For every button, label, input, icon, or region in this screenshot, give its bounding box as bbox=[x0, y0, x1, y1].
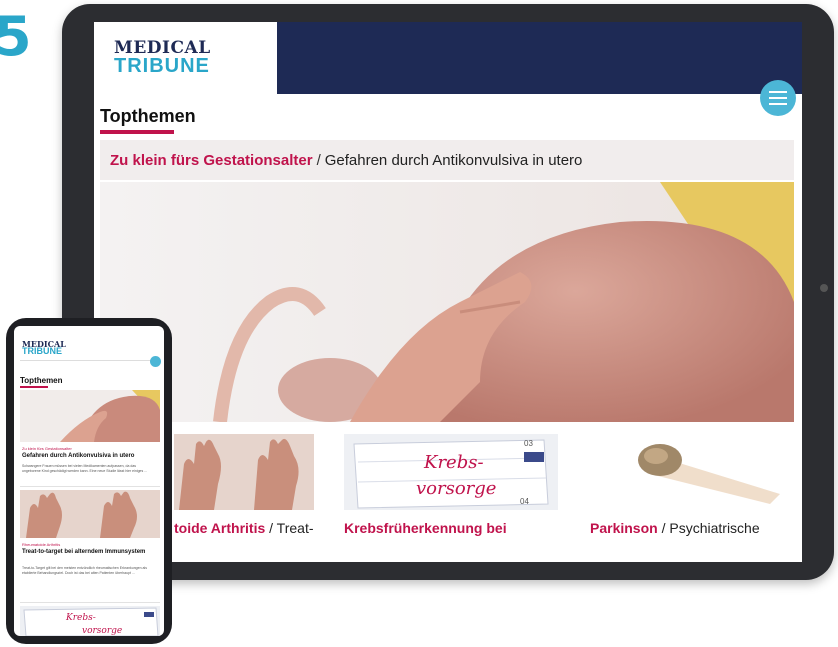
card-separator: / bbox=[265, 520, 274, 536]
card-kicker: toide Arthritis bbox=[174, 520, 266, 536]
calendar-line1: Krebs- bbox=[423, 452, 484, 473]
calendar-date-bottom: 04 bbox=[520, 497, 529, 506]
phone-hamburger-menu-icon[interactable] bbox=[150, 356, 161, 367]
card-image-hands[interactable] bbox=[174, 434, 314, 510]
section-underline bbox=[100, 130, 174, 134]
phone-section-underline bbox=[20, 386, 48, 388]
phone-screen: MEDICAL TRIBUNE Topthemen Zu klein fürs … bbox=[14, 326, 164, 636]
lead-hero-image[interactable] bbox=[100, 182, 794, 422]
phone-article2-kicker: Rheumatoide Arthritis bbox=[22, 542, 61, 547]
phone-article1-kicker: Zu klein fürs Gestationsalter bbox=[22, 446, 72, 451]
card-title-krebs[interactable]: Krebsfrüherkennung bei bbox=[344, 520, 564, 536]
hamburger-menu-icon[interactable] bbox=[760, 80, 796, 116]
tablet-screen: MEDICAL TRIBUNE Topthemen Zu klein fürs … bbox=[94, 22, 802, 562]
logo[interactable]: MEDICAL TRIBUNE bbox=[94, 22, 277, 94]
tablet-camera bbox=[820, 284, 828, 292]
phone-logo-tribune[interactable]: TRIBUNE bbox=[22, 347, 62, 356]
card-rest: Psychiatrische bbox=[665, 520, 760, 536]
phone-calendar-line2: vorsorge bbox=[82, 626, 122, 636]
calendar-line2: vorsorge bbox=[416, 478, 496, 499]
card-kicker: Parkinson bbox=[590, 520, 658, 536]
phone-article2-body: Treat-to-Target gilt bei den meisten ent… bbox=[22, 566, 147, 575]
phone-article1-image[interactable] bbox=[20, 390, 160, 442]
phone-section-title: Topthemen bbox=[20, 376, 63, 385]
lead-title: Gefahren durch Antikonvulsiva in utero bbox=[324, 151, 583, 169]
calendar-date-top: 03 bbox=[524, 439, 533, 448]
phone-article2-image[interactable] bbox=[20, 490, 160, 538]
phone-calendar-line1: Krebs- bbox=[65, 613, 96, 623]
phone-article-divider bbox=[20, 486, 160, 487]
phone-article-divider bbox=[20, 602, 160, 603]
card-image-brain[interactable] bbox=[590, 434, 790, 510]
tablet-device: MEDICAL TRIBUNE Topthemen Zu klein fürs … bbox=[62, 4, 834, 580]
lead-headline[interactable]: Zu klein fürs Gestationsalter / Gefahren… bbox=[100, 140, 794, 180]
phone-header-divider bbox=[20, 360, 160, 361]
site-header: MEDICAL TRIBUNE bbox=[94, 22, 802, 94]
lead-kicker: Zu klein fürs Gestationsalter bbox=[110, 151, 313, 169]
phone-article1-title[interactable]: Gefahren durch Antikonvulsiva in utero bbox=[22, 453, 152, 460]
phone-article2-title[interactable]: Treat-to-target bei alterndem Immunsyste… bbox=[22, 549, 152, 556]
section-title: Topthemen bbox=[100, 106, 196, 126]
phone-article3-image[interactable]: Krebs- vorsorge bbox=[20, 606, 160, 636]
lead-separator: / bbox=[316, 151, 321, 169]
corner-digit: 5 bbox=[0, 5, 32, 68]
card-title-parkinson[interactable]: Parkinson / Psychiatrische bbox=[590, 520, 795, 536]
card-image-calendar[interactable]: Krebs- vorsorge 03 04 bbox=[344, 434, 558, 510]
logo-line-tribune: TRIBUNE bbox=[114, 55, 210, 77]
card-title-arthritis[interactable]: toide Arthritis / Treat- bbox=[174, 520, 334, 536]
phone-article1-body: Schwangere Frauen müssen bei vielen Medi… bbox=[22, 464, 148, 473]
card-rest: Treat- bbox=[273, 520, 314, 536]
card-kicker: Krebsfrüherkennung bei bbox=[344, 520, 507, 536]
phone-device: MEDICAL TRIBUNE Topthemen Zu klein fürs … bbox=[6, 318, 172, 644]
